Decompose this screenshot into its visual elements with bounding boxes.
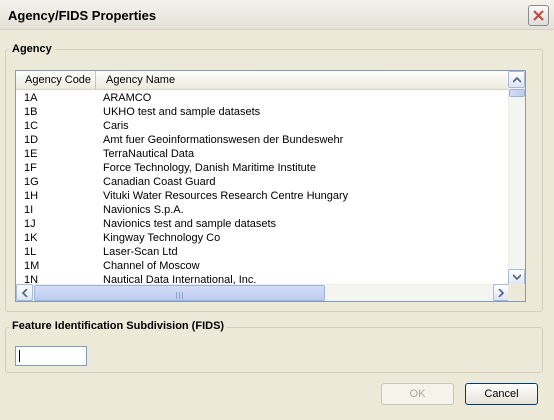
agency-code-cell: 1B [24, 106, 38, 118]
list-item[interactable]: 1G Canadian Coast Guard [16, 175, 510, 189]
column-header-agency-name[interactable]: Agency Name [97, 71, 510, 89]
agency-code-cell: 1E [24, 148, 38, 160]
agency-name-cell: Force Technology, Danish Maritime Instit… [103, 162, 316, 174]
scroll-left-button[interactable] [16, 284, 33, 301]
list-rows: 1A ARAMCO 1B UKHO test and sample datasets 1… [16, 91, 510, 286]
agency-name-cell: Navionics test and sample datasets [103, 218, 277, 230]
agency-name-cell: Caris [103, 120, 129, 132]
agency-name-cell: Channel of Moscow [103, 260, 200, 272]
agency-group-label: Agency [9, 43, 55, 55]
list-item[interactable]: 1F Force Technology, Danish Maritime Inst… [16, 161, 510, 175]
list-item[interactable]: 1M Channel of Moscow [16, 259, 510, 273]
fids-input[interactable] [15, 346, 87, 366]
list-item[interactable]: 1H Vituki Water Resources Research Centre… [16, 189, 510, 203]
agency-list[interactable]: Agency Code Agency Name 1A ARAMCO 1B UKHO t… [15, 70, 526, 302]
list-item[interactable]: 1K Kingway Technology Co [16, 231, 510, 245]
agency-name-cell: UKHO test and sample datasets [103, 106, 261, 118]
agency-name-cell: Canadian Coast Guard [103, 176, 216, 188]
agency-code-cell: 1D [24, 134, 39, 146]
chevron-left-icon [21, 289, 28, 297]
agency-code-cell: 1J [24, 218, 36, 230]
chevron-up-icon [513, 76, 521, 83]
agency-code-cell: 1F [24, 162, 37, 174]
list-header: Agency Code Agency Name [16, 71, 510, 90]
agency-code-cell: 1L [24, 246, 37, 258]
scroll-up-button[interactable] [508, 71, 525, 88]
agency-name-cell: Laser-Scan Ltd [103, 246, 178, 258]
vertical-scroll-thumb[interactable] [509, 89, 525, 97]
agency-code-cell: 1G [24, 176, 39, 188]
ok-button[interactable]: OK [381, 383, 454, 405]
list-item[interactable]: 1D Amt fuer Geoinformationswesen der Bund… [16, 133, 510, 147]
close-button[interactable] [528, 5, 549, 26]
agency-name-cell: Amt fuer Geoinformationswesen der Bundes… [103, 134, 344, 146]
horizontal-scroll-thumb[interactable] [34, 285, 325, 301]
title-bar: Agency/FIDS Properties [0, 0, 554, 30]
agency-code-cell: 1K [24, 232, 38, 244]
cancel-button[interactable]: Cancel [465, 383, 538, 405]
list-item[interactable]: 1I Navionics S.p.A. [16, 203, 510, 217]
agency-name-cell: Kingway Technology Co [103, 232, 221, 244]
fids-group-label: Feature Identification Subdivision (FIDS… [9, 320, 228, 332]
chevron-right-icon [498, 289, 505, 297]
horizontal-scrollbar[interactable] [16, 284, 510, 301]
vertical-scrollbar[interactable] [508, 71, 525, 286]
list-item[interactable]: 1E TerraNautical Data [16, 147, 510, 161]
agency-code-cell: 1M [24, 260, 40, 272]
chevron-down-icon [513, 274, 521, 281]
close-icon [533, 10, 544, 21]
agency-code-cell: 1I [24, 204, 34, 216]
column-header-agency-code[interactable]: Agency Code [16, 71, 96, 89]
list-item[interactable]: 1L Laser-Scan Ltd [16, 245, 510, 259]
agency-name-cell: TerraNautical Data [103, 148, 195, 160]
agency-name-cell: Vituki Water Resources Research Centre H… [103, 190, 349, 202]
agency-code-cell: 1A [24, 92, 38, 104]
list-item[interactable]: 1J Navionics test and sample datasets [16, 217, 510, 231]
thumb-grip [176, 290, 186, 299]
text-caret [19, 350, 20, 362]
window-title: Agency/FIDS Properties [8, 8, 157, 23]
scrollbar-corner [508, 284, 525, 301]
agency-code-cell: 1C [24, 120, 39, 132]
agency-name-cell: ARAMCO [103, 92, 152, 104]
list-item[interactable]: 1A ARAMCO [16, 91, 510, 105]
agency-code-cell: 1H [24, 190, 39, 202]
list-item[interactable]: 1B UKHO test and sample datasets [16, 105, 510, 119]
list-item[interactable]: 1C Caris [16, 119, 510, 133]
agency-name-cell: Navionics S.p.A. [103, 204, 184, 216]
